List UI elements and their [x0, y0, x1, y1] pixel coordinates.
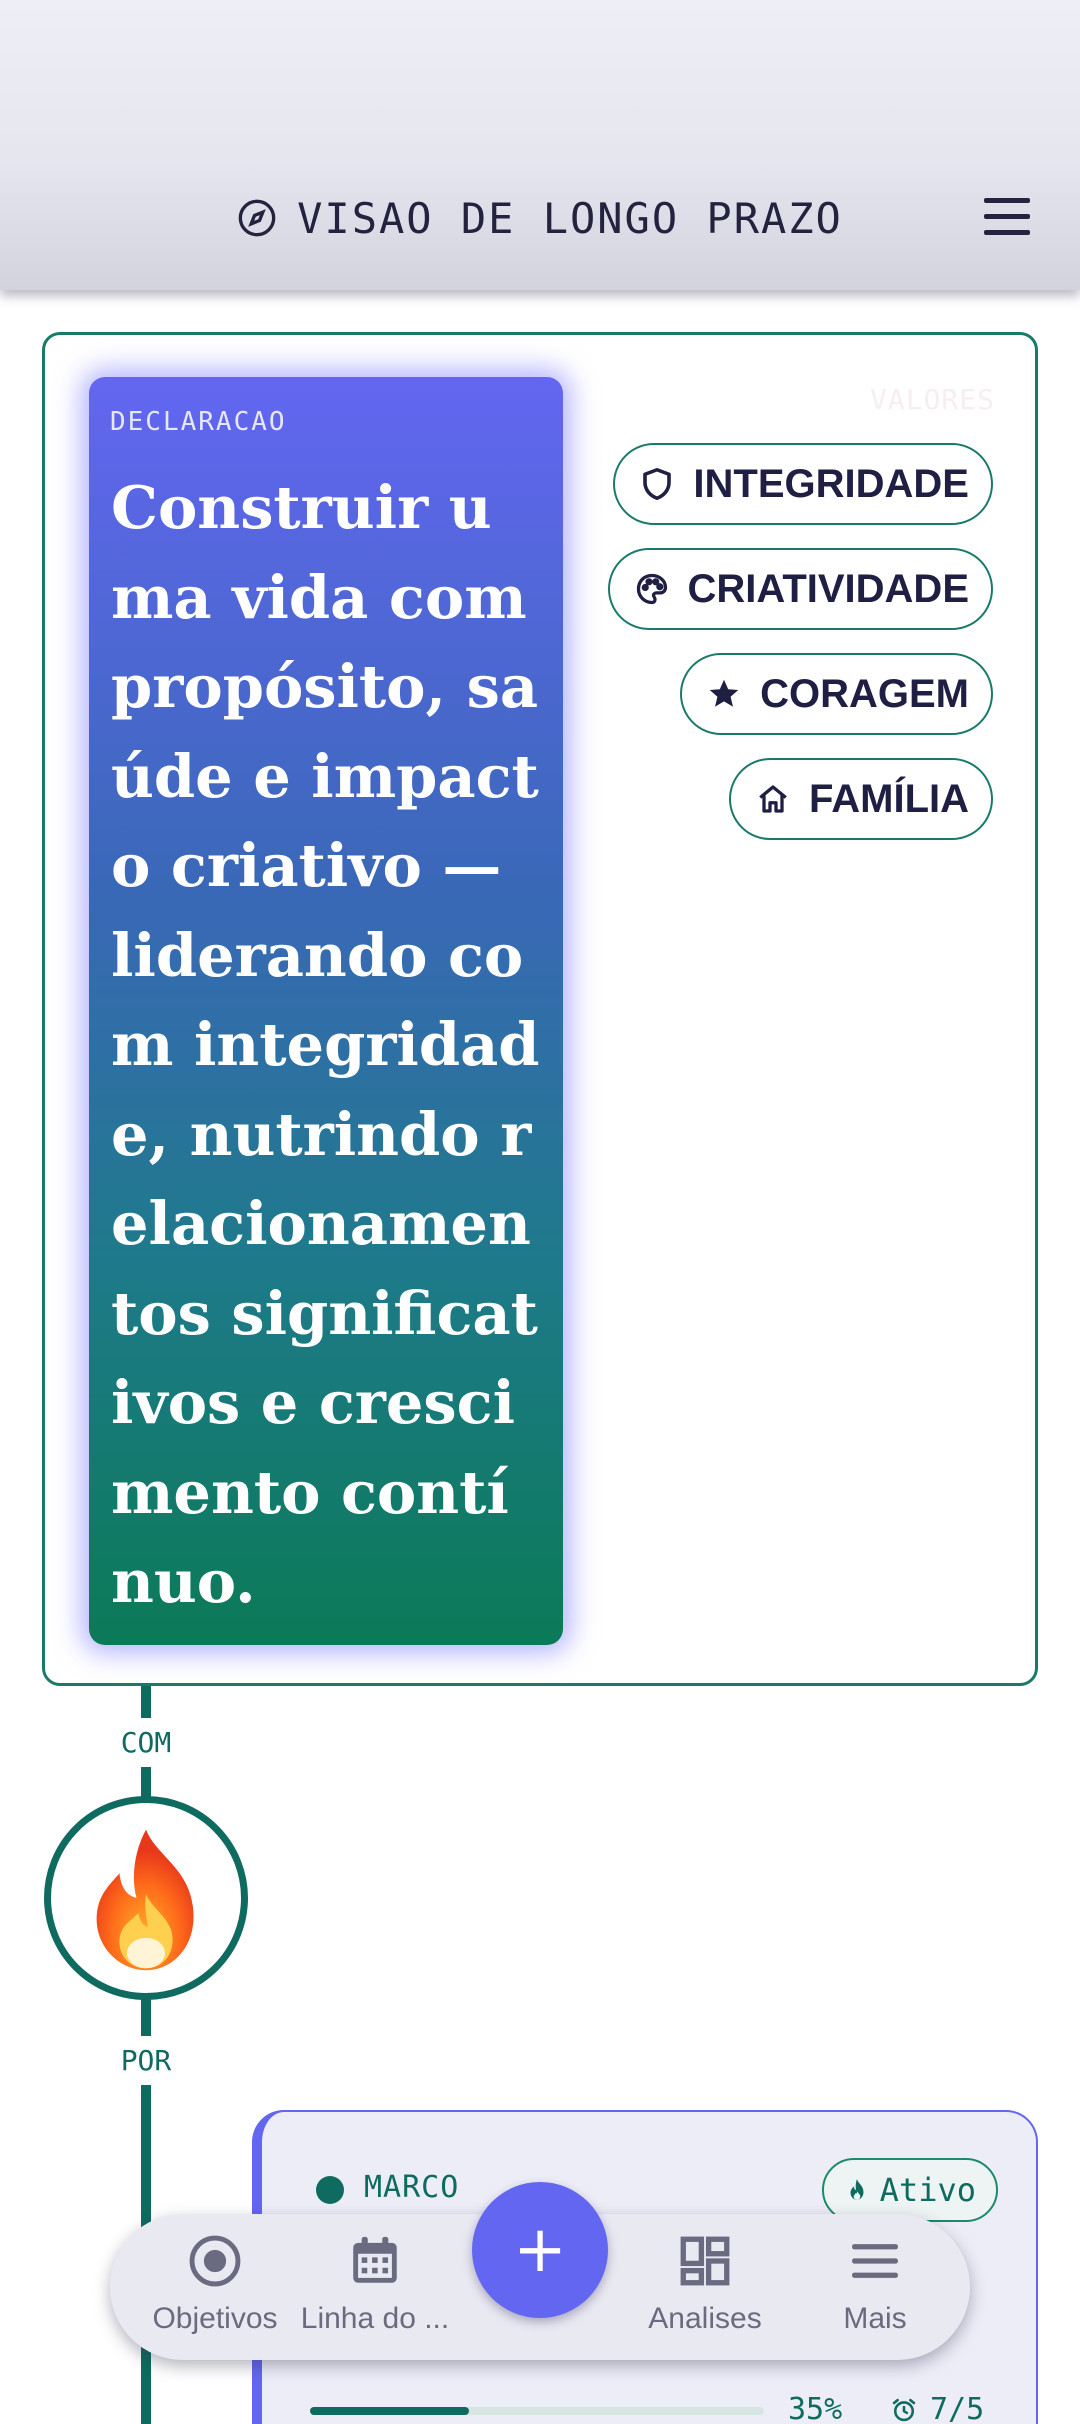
- header-title-group: VISAO DE LONGO PRAZO: [0, 188, 1080, 248]
- statement-text: Construir uma vida com propósito, saúde …: [111, 473, 540, 1616]
- count-text: 7/5: [930, 2392, 985, 2424]
- app-header: VISAO DE LONGO PRAZO: [0, 0, 1080, 290]
- nav-label: Mais: [843, 2302, 907, 2335]
- target-icon: [189, 2235, 241, 2287]
- value-chip-integridade[interactable]: INTEGRIDADE: [613, 443, 993, 525]
- nav-item-analises[interactable]: Analises: [620, 2232, 790, 2352]
- nav-item-mais[interactable]: Mais: [790, 2232, 960, 2352]
- home-icon: [759, 785, 787, 813]
- value-chip-coragem[interactable]: CORAGEM: [680, 653, 993, 735]
- progress-fill: [310, 2407, 469, 2415]
- vision-card: DECLARACAO Construir uma vida com propós…: [42, 332, 1038, 1686]
- nav-item-objetivos[interactable]: Objetivos: [130, 2232, 300, 2352]
- dashboard-icon: [680, 2236, 730, 2286]
- milestone-count: 7/5: [890, 2392, 984, 2424]
- timeline-label-por: POR: [96, 2036, 196, 2085]
- flame-icon: [850, 2179, 864, 2200]
- page-title: VISAO DE LONGO PRAZO: [297, 193, 843, 243]
- value-chip-criatividade[interactable]: CRIATIVIDADE: [607, 548, 993, 630]
- statement-label: DECLARACAO: [110, 407, 287, 437]
- calendar-icon: [353, 2236, 397, 2283]
- chip-label: CRIATIVIDADE: [687, 566, 969, 611]
- menu-lines-icon: [852, 2244, 898, 2278]
- nav-label: Objetivos: [152, 2302, 278, 2335]
- alarm-clock-icon: [892, 2398, 916, 2421]
- add-button[interactable]: +: [472, 2182, 608, 2318]
- progress-percent: 35%: [788, 2392, 843, 2424]
- chip-label: CORAGEM: [760, 671, 969, 716]
- milestone-dot: [316, 2176, 344, 2204]
- fire-node[interactable]: [44, 1796, 248, 2000]
- status-badge: Ativo: [821, 2158, 998, 2222]
- hamburger-menu-icon[interactable]: [980, 194, 1032, 240]
- milestone-progress-bar: [310, 2407, 764, 2415]
- star-icon: [709, 679, 739, 707]
- nav-label: Analises: [648, 2302, 762, 2335]
- chip-label: INTEGRIDADE: [693, 461, 969, 506]
- value-chip-familia[interactable]: FAMÍLIA: [729, 758, 993, 840]
- shield-icon: [643, 467, 672, 501]
- palette-icon: [636, 573, 667, 605]
- chip-label: FAMÍLIA: [809, 776, 969, 821]
- nav-label: Linha do ...: [300, 2302, 450, 2335]
- statement-panel[interactable]: DECLARACAO Construir uma vida com propós…: [89, 377, 563, 1645]
- status-label: Ativo: [879, 2171, 976, 2209]
- milestone-label: MARCO: [364, 2170, 460, 2205]
- compass-icon: [238, 199, 276, 237]
- fire-icon: [96, 1829, 194, 1971]
- values-label: VALORES: [869, 383, 995, 416]
- nav-item-linha-do-tempo[interactable]: Linha do ...: [290, 2232, 460, 2352]
- timeline-label-com: COM: [96, 1718, 196, 1767]
